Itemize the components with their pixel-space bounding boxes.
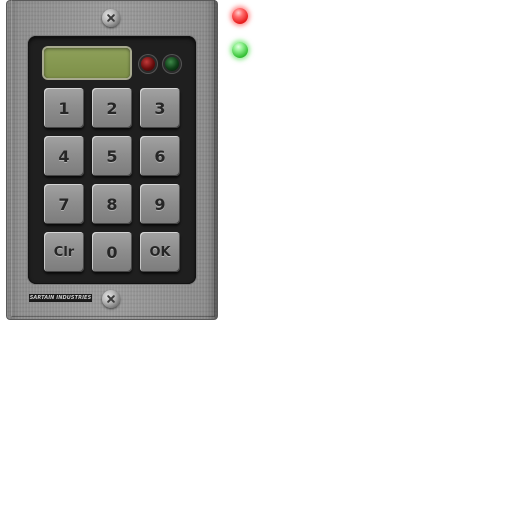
green-status-light-icon [232,42,248,58]
key-6[interactable]: 6 [140,136,180,176]
red-indicator-led-icon [141,57,155,71]
key-clear[interactable]: Clr [44,232,84,272]
key-ok[interactable]: OK [140,232,180,272]
brand-label: SARTAIN INDUSTRIES [29,294,92,302]
key-7[interactable]: 7 [44,184,84,224]
lcd-display [44,48,130,78]
green-indicator-led-icon [165,57,179,71]
key-2[interactable]: 2 [92,88,132,128]
key-3[interactable]: 3 [140,88,180,128]
key-1[interactable]: 1 [44,88,84,128]
key-9[interactable]: 9 [140,184,180,224]
stage: 1 2 3 4 5 6 7 8 9 Clr 0 OK SARTAIN INDUS… [0,0,512,512]
bottom-screw-icon [102,290,120,308]
key-0[interactable]: 0 [92,232,132,272]
key-8[interactable]: 8 [92,184,132,224]
key-4[interactable]: 4 [44,136,84,176]
key-5[interactable]: 5 [92,136,132,176]
top-screw-icon [102,9,120,27]
red-status-light-icon [232,8,248,24]
